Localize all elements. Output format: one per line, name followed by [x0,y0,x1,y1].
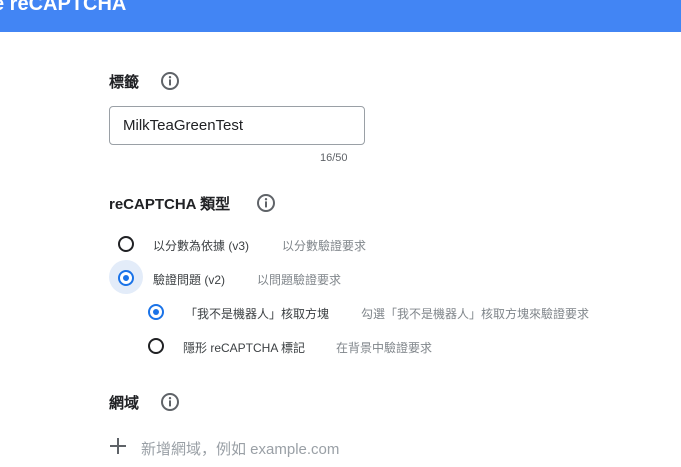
radio-checkbox[interactable] [148,304,164,320]
radio-challenge[interactable] [118,270,134,286]
option-score-based-description: 以分數驗證要求 [282,239,367,253]
app-title: e reCAPTCHA [0,0,127,15]
domain-heading: 網域 [109,395,140,412]
option-challenge-label: 驗證問題 (v2) [153,273,226,287]
radio-invisible[interactable] [148,338,164,354]
suboption-checkbox-description: 勾選「我不是機器人」核取方塊來驗證要求 [361,307,590,321]
suboption-invisible[interactable]: 隱形 reCAPTCHA 標記 在背景中驗證要求 [138,334,538,358]
label-char-counter: 16/50 [320,152,348,164]
add-domain-input[interactable] [141,441,401,458]
suboption-checkbox-label: 「我不是機器人」核取方塊 [185,307,330,321]
label-heading: 標籤 [109,74,140,91]
app-header: e reCAPTCHA [0,0,681,32]
option-score-based-label: 以分數為依據 (v3) [153,239,250,253]
option-challenge[interactable]: 驗證問題 (v2) 以問題驗證要求 [109,266,509,290]
radio-score-based[interactable] [118,236,134,252]
suboption-invisible-label: 隱形 reCAPTCHA 標記 [183,341,306,355]
recaptcha-type-info-icon[interactable] [256,193,276,213]
add-domain-row[interactable] [109,437,409,467]
option-score-based[interactable]: 以分數為依據 (v3) 以分數驗證要求 [109,232,509,256]
plus-icon[interactable] [109,437,127,455]
label-input[interactable] [109,106,365,145]
label-info-icon[interactable] [160,71,180,91]
recaptcha-type-heading: reCAPTCHA 類型 [109,196,231,213]
domain-info-icon[interactable] [160,392,180,412]
suboption-checkbox[interactable]: 「我不是機器人」核取方塊 勾選「我不是機器人」核取方塊來驗證要求 [138,300,618,324]
option-challenge-description: 以問題驗證要求 [257,273,342,287]
suboption-invisible-description: 在背景中驗證要求 [336,341,433,355]
